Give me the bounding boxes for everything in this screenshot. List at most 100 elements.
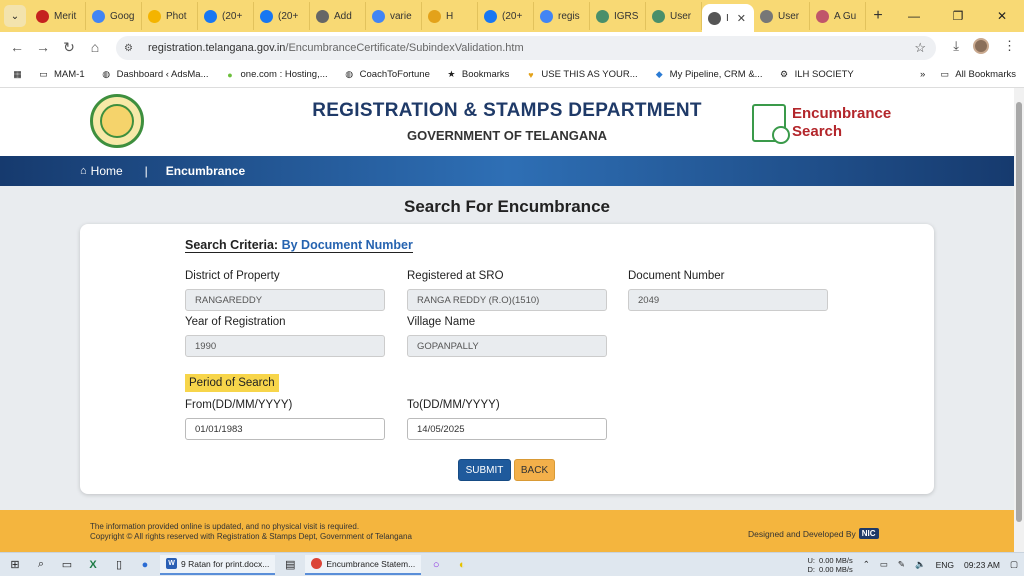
- forward-icon[interactable]: →: [30, 39, 56, 55]
- to-date-label: To(DD/MM/YYYY): [407, 399, 500, 411]
- nav-home-link[interactable]: Home: [91, 164, 123, 178]
- tab-label: Goog: [110, 10, 135, 22]
- clock[interactable]: 09:23 AM: [964, 560, 1000, 570]
- page-title: Search For Encumbrance: [404, 197, 610, 216]
- close-tab-icon[interactable]: ✕: [737, 12, 746, 25]
- system-tray: U: D: 0.00 MB/s 0.00 MB/s ⌃ ▭ ✎ 🔈 ENG 09…: [807, 556, 1018, 574]
- notification-icon[interactable]: ▢: [1010, 559, 1018, 570]
- taskbar-chrome-app[interactable]: Encumbrance Statem...: [305, 554, 422, 575]
- pen-icon[interactable]: ✎: [898, 559, 905, 570]
- designed-by: Designed and Developed By NIC: [748, 528, 879, 539]
- notepad-icon[interactable]: ▤: [279, 557, 301, 573]
- browser-tab[interactable]: I ✕: [702, 4, 754, 32]
- all-bookmarks-button[interactable]: ▭ All Bookmarks: [939, 69, 1016, 80]
- tray-up-arrow-icon[interactable]: ⌃: [863, 559, 870, 570]
- bookmark-item[interactable]: ★ Bookmarks: [446, 69, 509, 80]
- url-input[interactable]: ⚙ registration.telangana.gov.in/Encumbra…: [116, 36, 936, 60]
- folder-icon: ▭: [39, 69, 48, 79]
- download-icon[interactable]: ⤓: [953, 38, 959, 54]
- download-label: D:: [807, 564, 815, 574]
- download-speed: 0.00 MB/s: [818, 564, 853, 574]
- nav-encumbrance-link[interactable]: Encumbrance: [166, 164, 245, 178]
- app-icon[interactable]: ●: [134, 557, 156, 573]
- bookmarks-bar: ▦ ▭ MAM-1 ◍ Dashboard ‹ AdsMa... ● one.com : …: [0, 62, 1024, 88]
- site-footer: The information provided online is updat…: [0, 510, 1014, 552]
- document-number-field: 2049: [628, 289, 828, 311]
- home-icon[interactable]: ⌂: [80, 165, 87, 177]
- gmail-icon: [36, 9, 49, 23]
- taskbar-word-app[interactable]: W 9 Ratan for print.docx...: [160, 554, 276, 575]
- search-icon[interactable]: ⌕: [30, 557, 52, 573]
- bookmark-item[interactable]: ⚙ ILH SOCIETY: [779, 69, 854, 80]
- reload-icon[interactable]: ↻: [56, 39, 82, 56]
- from-date-input[interactable]: 01/01/1983: [185, 418, 385, 440]
- bookmark-star-icon[interactable]: ☆: [914, 40, 926, 56]
- bookmark-item[interactable]: ◆ My Pipeline, CRM &...: [654, 69, 763, 80]
- bookmark-label: My Pipeline, CRM &...: [669, 69, 763, 80]
- globe-icon: [816, 9, 829, 23]
- browser-tab[interactable]: (20+: [478, 2, 534, 30]
- restore-button[interactable]: ❐: [936, 0, 980, 32]
- bookmark-item[interactable]: ▭ MAM-1: [38, 69, 84, 80]
- home-browser-icon[interactable]: ⌂: [82, 39, 108, 55]
- browser-tab[interactable]: User: [754, 2, 810, 30]
- browser-tab[interactable]: IGRS: [590, 2, 646, 30]
- snapchat-icon[interactable]: ◐: [451, 557, 473, 573]
- bookmark-item[interactable]: ◍ Dashboard ‹ AdsMa...: [101, 69, 208, 80]
- back-button[interactable]: BACK: [514, 459, 555, 481]
- to-date-input[interactable]: 14/05/2025: [407, 418, 607, 440]
- browser-tab[interactable]: H: [422, 2, 478, 30]
- google-icon: [372, 9, 385, 23]
- bookmark-label: USE THIS AS YOUR...: [541, 69, 638, 80]
- volume-icon[interactable]: 🔈: [915, 559, 926, 570]
- browser-tab[interactable]: Add: [310, 2, 366, 30]
- footer-copyright: Copyright © All rights reserved with Reg…: [90, 532, 412, 541]
- toolbar-right: ⤓ ⋮: [953, 38, 1016, 54]
- tab-label: (20+: [502, 10, 523, 22]
- site-info-icon[interactable]: ⚙: [124, 43, 140, 54]
- profile-avatar[interactable]: [973, 38, 989, 54]
- language-indicator[interactable]: ENG: [936, 560, 954, 570]
- close-window-button[interactable]: ✕: [980, 0, 1024, 32]
- chevron-right-icon[interactable]: »: [920, 69, 925, 80]
- scrollbar-thumb[interactable]: [1016, 102, 1022, 522]
- bookmark-item[interactable]: ♥ USE THIS AS YOUR...: [525, 69, 637, 80]
- monitor-icon[interactable]: ▭: [880, 559, 888, 570]
- browser-tab[interactable]: (20+: [254, 2, 310, 30]
- new-tab-button[interactable]: +: [866, 7, 890, 25]
- browser-tab[interactable]: Goog: [86, 2, 142, 30]
- apps-grid-icon[interactable]: ▦: [12, 69, 28, 80]
- browser-tab[interactable]: regis: [534, 2, 590, 30]
- circle-app-icon[interactable]: ○: [425, 557, 447, 573]
- menu-kebab-icon[interactable]: ⋮: [1003, 38, 1016, 54]
- excel-icon[interactable]: X: [82, 557, 104, 573]
- bookmark-item[interactable]: ◍ CoachToFortune: [344, 69, 430, 80]
- tab-label: (20+: [278, 10, 299, 22]
- minimize-button[interactable]: —: [892, 0, 936, 32]
- browser-tab[interactable]: A Gu: [810, 2, 866, 30]
- globe-icon: [708, 11, 721, 25]
- submit-button[interactable]: SUBMIT: [458, 459, 511, 481]
- search-criteria: Search Criteria: By Document Number: [185, 238, 413, 253]
- windows-start-icon[interactable]: ⊞: [4, 557, 26, 573]
- village-field: GOPANPALLY: [407, 335, 607, 357]
- bookmark-list: ▭ MAM-1 ◍ Dashboard ‹ AdsMa... ● one.com : Ho…: [38, 69, 870, 80]
- globe-icon: ◍: [102, 69, 111, 79]
- chrome-icon: [311, 558, 323, 569]
- bookmark-item[interactable]: ● one.com : Hosting,...: [225, 69, 328, 80]
- bookmark-label: one.com : Hosting,...: [240, 69, 328, 80]
- tab-strip: Merit Goog Phot (20+ (20+ Add varie H (20+ regis I…: [30, 0, 866, 32]
- browser-tab[interactable]: varie: [366, 2, 422, 30]
- page-scrollbar[interactable]: [1014, 88, 1024, 552]
- browser-tab[interactable]: User: [646, 2, 702, 30]
- browser-tab[interactable]: Phot: [142, 2, 198, 30]
- facebook-icon: [484, 9, 497, 23]
- browser-tab[interactable]: (20+: [198, 2, 254, 30]
- nav-separator: |: [144, 164, 148, 178]
- phone-icon[interactable]: ▯: [108, 557, 130, 573]
- back-icon[interactable]: ←: [4, 39, 30, 55]
- desktop-icon[interactable]: ▭: [56, 557, 78, 573]
- browser-tab[interactable]: Merit: [30, 2, 86, 30]
- tab-search-button[interactable]: ⌄: [4, 5, 26, 27]
- globe-icon: ◍: [345, 69, 354, 79]
